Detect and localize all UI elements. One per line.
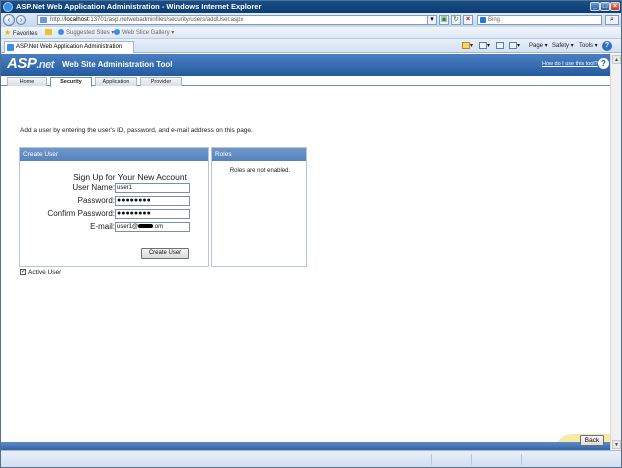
search-placeholder: Bing [488, 17, 501, 23]
minimize-button[interactable]: _ [590, 2, 600, 11]
tab-provider[interactable]: Provider [140, 77, 182, 86]
tab-security[interactable]: Security [50, 77, 92, 87]
internet-explorer-icon [3, 2, 13, 12]
help-icon[interactable]: ? [602, 41, 612, 51]
tab-home[interactable]: Home [7, 77, 47, 86]
browser-tab-label: ASP.Net Web Application Administration [16, 44, 123, 50]
read-mail-button[interactable] [496, 42, 504, 50]
feeds-button[interactable]: ▾ [479, 42, 490, 50]
roles-message: Roles are not enabled. [229, 168, 291, 174]
intro-text: Add a user by entering the user's ID, pa… [20, 127, 253, 134]
tab-page-icon [7, 44, 14, 51]
footer-bar [1, 442, 610, 450]
page-icon [40, 17, 47, 23]
how-to-use-link[interactable]: How do I use this tool? [542, 61, 598, 67]
status-bar [1, 450, 621, 467]
home-button[interactable]: ▾ [462, 42, 473, 50]
scroll-up-icon[interactable]: ▲ [612, 55, 621, 64]
window-title: ASP.Net Web Application Administration -… [16, 2, 262, 11]
suggested-sites-icon [58, 29, 64, 36]
confirm-password-label: Confirm Password: [47, 209, 115, 218]
maximize-button[interactable]: □ [600, 2, 610, 11]
status-divider [431, 454, 432, 465]
browser-tab[interactable]: ASP.Net Web Application Administration [4, 41, 134, 53]
tab-command-bar: ASP.Net Web Application Administration ▾… [1, 39, 621, 53]
favorites-button[interactable]: ★ Favorites [4, 29, 38, 38]
password-label: Password: [77, 196, 115, 205]
browser-window: ASP.Net Web Application Administration -… [0, 0, 622, 468]
mail-icon [496, 42, 504, 49]
active-user-checkbox[interactable]: ✓ [20, 269, 26, 276]
favorites-bar: ★ Favorites Suggested Sites ▾ Web Slice … [1, 27, 621, 39]
active-user-row: ✓ Active User [20, 269, 61, 276]
scroll-down-icon[interactable]: ▼ [612, 440, 621, 449]
username-row: User Name: user1 [20, 183, 210, 194]
web-slice-icon [114, 29, 120, 36]
search-icon[interactable]: ⌕ [605, 15, 619, 25]
tools-menu[interactable]: Tools ▾ [579, 42, 598, 50]
address-input[interactable]: http://localhost:13701/asp.netwebadminfi… [37, 15, 437, 25]
stop-icon[interactable]: × [463, 15, 473, 25]
active-user-label: Active User [28, 269, 62, 276]
url-prefix: http:// [50, 17, 66, 23]
back-button[interactable]: Back [580, 435, 604, 446]
email-input[interactable]: user1@ .om [115, 222, 190, 232]
asp-net-logo: ASP.net [7, 55, 54, 72]
compatibility-view-icon[interactable]: ▣ [439, 15, 449, 25]
username-label: User Name: [72, 183, 115, 192]
url-path: :13701/asp.netwebadminfiles/security/use… [88, 17, 244, 23]
title-bar: ASP.Net Web Application Administration -… [1, 1, 621, 13]
vertical-scrollbar[interactable]: ▲ ▼ [610, 54, 621, 450]
password-input[interactable]: ●●●●●●●● [115, 196, 190, 206]
refresh-icon[interactable]: ↻ [451, 15, 461, 25]
address-toolbar: ‹ › http://localhost:13701/asp.netwebadm… [1, 13, 621, 27]
username-input[interactable]: user1 [115, 183, 190, 193]
print-button[interactable]: ▾ [509, 42, 520, 50]
dropdown-arrow-icon[interactable]: ▾ [427, 15, 437, 25]
question-mark-icon[interactable]: ? [598, 58, 609, 69]
confirm-password-input[interactable]: ●●●●●●●● [115, 209, 190, 219]
roles-header: Roles [212, 148, 306, 161]
add-favorites-icon [45, 29, 52, 36]
status-divider [471, 454, 472, 465]
web-slice-gallery-link[interactable]: Web Slice Gallery ▾ [114, 29, 174, 37]
asp-tool-title: Web Site Administration Tool [62, 60, 173, 69]
forward-nav-button[interactable]: › [16, 15, 26, 25]
safety-menu[interactable]: Safety ▾ [552, 42, 574, 50]
search-input[interactable]: Bing [477, 15, 602, 25]
page-menu[interactable]: Page ▾ [529, 42, 548, 50]
status-divider [521, 454, 522, 465]
create-user-panel: Create User Sign Up for Your New Account… [19, 147, 209, 267]
page-viewport: ASP.net Web Site Administration Tool How… [1, 54, 610, 450]
create-user-button[interactable]: Create User [141, 248, 189, 259]
back-nav-button[interactable]: ‹ [3, 14, 15, 26]
confirm-password-row: Confirm Password: ●●●●●●●● [20, 209, 210, 220]
add-favorite-button[interactable] [45, 29, 54, 37]
favorites-star-icon: ★ [4, 28, 12, 37]
signup-heading: Sign Up for Your New Account [73, 172, 187, 182]
print-icon [509, 42, 517, 49]
feeds-icon [479, 42, 487, 49]
create-user-header: Create User [20, 148, 208, 161]
redacted-mark [138, 224, 154, 229]
url-host: localhost [65, 17, 89, 23]
asp-tab-bar: Home Security Application Provider [1, 76, 610, 87]
email-row: E-mail: user1@ .om [20, 222, 210, 233]
password-row: Password: ●●●●●●●● [20, 196, 210, 207]
tab-application[interactable]: Application [95, 77, 137, 86]
asp-header: ASP.net Web Site Administration Tool How… [1, 54, 610, 76]
home-icon [462, 42, 470, 49]
bing-icon [480, 17, 486, 23]
suggested-sites-link[interactable]: Suggested Sites ▾ [58, 29, 114, 37]
close-window-button[interactable]: × [610, 2, 620, 11]
email-label: E-mail: [90, 222, 115, 231]
roles-panel: Roles Roles are not enabled. [211, 147, 307, 267]
